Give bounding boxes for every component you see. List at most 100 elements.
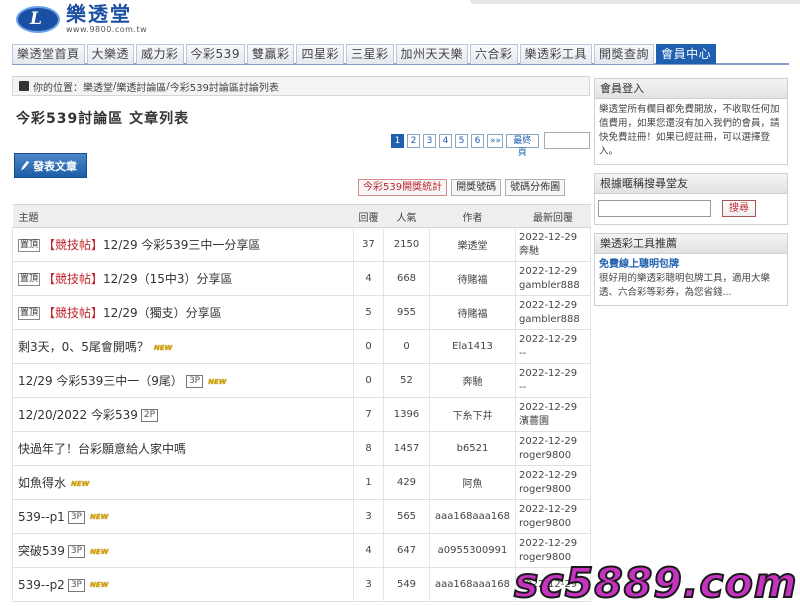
author-link[interactable]: Ela1413 [429,329,516,364]
watermark-text: sc5889.com [513,559,798,606]
page-link-2[interactable]: 2 [407,133,420,148]
topic-cell: 剩3天，0、5尾會開嗎？ NEW [12,329,354,364]
last-reply-user[interactable]: roger9800 [519,517,590,531]
topic-cell: 12/29 今彩539三中一（9尾） 3P NEW [12,363,354,398]
nav-item-tools[interactable]: 樂透彩工具 [519,44,593,64]
distribution-button[interactable]: 號碼分佈圖 [505,179,566,196]
topic-title-link[interactable]: 12/29（15中3）分享區 [103,272,233,286]
stats-button[interactable]: 今彩539開獎統計 [358,179,448,196]
topic-title-link[interactable]: 539--p2 [18,578,65,592]
topic-title-link[interactable]: 539--p1 [18,510,65,524]
author-link[interactable]: 阿魚 [429,465,516,500]
page-next-link[interactable]: »» [487,133,503,148]
page-count-tag[interactable]: 2P [140,409,159,422]
last-reply-cell: 2022-12-29 roger9800 [515,499,591,534]
tool-link[interactable]: 免費線上聰明包牌 [599,258,783,272]
last-reply-user[interactable]: -- [519,347,590,361]
new-post-button[interactable]: 發表文章 [14,153,87,178]
topic-table: 主題 回覆 人氣 作者 最新回覆 置頂 【競技帖】12/29 今彩539三中一分享… [12,204,591,602]
author-link[interactable]: 待賭福 [429,261,516,296]
tool-description: 很好用的樂透彩聰明包牌工具，適用大樂透、六合彩等彩券，為您省錢... [599,273,771,298]
header-author: 作者 [429,204,516,228]
author-link[interactable]: 待賭福 [429,295,516,330]
table-row[interactable]: 12/29 今彩539三中一（9尾） 3P NEW 0 52 奔馳 2022-12-29 -- [12,363,591,398]
author-link[interactable]: 樂透堂 [429,227,516,262]
view-count: 955 [383,295,430,330]
nav-item-results[interactable]: 開獎查詢 [594,44,655,64]
page-jump-input[interactable] [544,132,590,149]
view-count: 52 [383,363,430,398]
nav-item-3star[interactable]: 三星彩 [345,44,394,64]
breadcrumb-item[interactable]: 樂透堂 [83,79,113,94]
topic-title-link[interactable]: 剩3天，0、5尾會開嗎？ [18,340,149,354]
topic-title-link[interactable]: 12/29 今彩539三中一（9尾） [18,374,183,388]
last-reply-user[interactable]: roger9800 [519,449,590,463]
nav-item-double-win[interactable]: 雙贏彩 [246,44,295,64]
author-link[interactable]: 下糸下井 [429,397,516,432]
table-row[interactable]: 12/20/2022 今彩539 2P 7 1396 下糸下井 2022-12-29 濱薔園 [12,397,591,432]
nav-item-lotto[interactable]: 大樂透 [86,44,135,64]
reply-count: 3 [353,499,384,534]
table-row[interactable]: 539--p2 3P NEW 3 549 aaa168aaa168 2022-12-29 [12,567,591,602]
last-reply-user[interactable]: 奔馳 [519,245,590,259]
member-search-input[interactable] [598,200,711,217]
last-reply-user[interactable]: -- [519,381,590,395]
nav-item-power[interactable]: 威力彩 [136,44,184,64]
last-reply-date: 2022-12-29 [519,231,578,243]
draw-numbers-button[interactable]: 開獎號碼 [451,179,502,196]
author-link[interactable]: aaa168aaa168 [429,567,516,602]
page-count-tag[interactable]: 3P [67,510,85,524]
page-count-tag[interactable]: 3P [185,375,204,388]
nav-item-mark6[interactable]: 六合彩 [470,44,518,64]
nav-item-home[interactable]: 樂透堂首頁 [12,44,85,64]
page-count-tag[interactable]: 3P [67,578,85,592]
new-icon: NEW [89,581,109,589]
page-link-4[interactable]: 4 [439,133,452,148]
nav-item-member[interactable]: 會員中心 [656,44,717,64]
last-reply-user[interactable]: roger9800 [519,483,590,497]
last-reply-user[interactable]: 濱薔園 [519,415,590,429]
last-reply-user[interactable]: gambler888 [519,279,590,293]
page-count-tag[interactable]: 3P [67,545,86,558]
reply-count: 3 [353,567,384,602]
table-row[interactable]: 如魚得水 NEW 1 429 阿魚 2022-12-29 roger9800 [12,465,591,500]
table-row[interactable]: 置頂 【競技帖】12/29（獨支）分享區 5 955 待賭福 2022-12-29 gamb… [12,295,591,330]
last-reply-date: 2022-12-29 [519,299,578,311]
reply-count: 8 [353,431,384,466]
table-row[interactable]: 突破539 3P NEW 4 647 a0955300991 2022-12-29 roger… [12,533,591,568]
last-reply-user[interactable]: gambler888 [519,313,590,327]
nav-item-539[interactable]: 今彩539 [185,44,245,64]
member-search-box: 根據暱稱搜尋堂友 搜尋 [594,173,788,225]
topic-title-link[interactable]: 突破539 [18,544,65,558]
nav-item-4star[interactable]: 四星彩 [296,44,344,64]
page-last-link[interactable]: 最終頁 [505,133,539,158]
page-link-5[interactable]: 5 [455,133,468,148]
topic-title-link[interactable]: 12/20/2022 今彩539 [18,408,138,422]
breadcrumb-item[interactable]: 樂透討論區 [116,79,166,94]
login-box-title: 會員登入 [595,79,787,99]
page-link-6[interactable]: 6 [471,133,484,148]
site-logo[interactable]: L 樂透堂 www.9800.com.tw [14,3,147,34]
table-row[interactable]: 置頂 【競技帖】12/29 今彩539三中一分享區 37 2150 樂透堂 2022-12… [12,227,591,262]
topic-title-link[interactable]: 快過年了！台彩願意給人家中嗎 [18,442,186,456]
table-row[interactable]: 539--p1 3P NEW 3 565 aaa168aaa168 2022-12-29 ro… [12,499,591,534]
table-row[interactable]: 快過年了！台彩願意給人家中嗎 8 1457 b6521 2022-12-29 roger9… [12,431,591,466]
page-link-1[interactable]: 1 [391,133,404,148]
view-count: 429 [383,465,430,500]
breadcrumb: 你的位置： 樂透堂 / 樂透討論區 / 今彩539討論區討論列表 [12,76,590,96]
author-link[interactable]: 奔馳 [429,363,516,398]
author-link[interactable]: b6521 [429,431,516,466]
member-search-button[interactable]: 搜尋 [722,200,756,217]
table-row[interactable]: 置頂 【競技帖】12/29（15中3）分享區 4 668 待賭福 2022-12-29 ga… [12,261,591,296]
page-link-3[interactable]: 3 [423,133,436,148]
topic-cell: 快過年了！台彩願意給人家中嗎 [12,431,354,466]
table-row[interactable]: 剩3天，0、5尾會開嗎？ NEW 0 0 Ela1413 2022-12-29 -- [12,329,591,364]
nav-item-california[interactable]: 加州天天樂 [395,44,469,64]
view-count: 1396 [383,397,430,432]
topic-title-link[interactable]: 12/29（獨支）分享區 [103,306,222,320]
topic-title-link[interactable]: 12/29 今彩539三中一分享區 [103,238,260,252]
breadcrumb-item: 今彩539討論區討論列表 [169,82,279,94]
author-link[interactable]: a0955300991 [429,533,516,568]
topic-title-link[interactable]: 如魚得水 [18,476,66,490]
author-link[interactable]: aaa168aaa168 [429,499,516,534]
